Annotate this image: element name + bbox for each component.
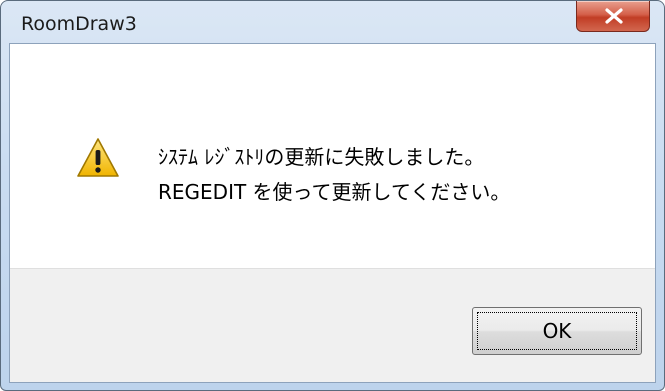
dialog-client-area: ｼｽﾃﾑ ﾚｼﾞｽﾄﾘの更新に失敗しました。 REGEDIT を使って更新してく… (9, 43, 656, 383)
ok-button[interactable]: OK (472, 307, 642, 355)
ok-button-label: OK (542, 319, 572, 343)
button-bar: OK (10, 268, 655, 382)
close-button[interactable] (576, 1, 650, 32)
message-line-2: REGEDIT を使って更新してください。 (158, 180, 511, 204)
title-bar[interactable]: RoomDraw3 (1, 1, 664, 43)
dialog-window: RoomDraw3 ｼｽﾃﾑ ﾚｼﾞｽﾄﾘの更新に失敗しました。 REGEDIT… (0, 0, 665, 391)
message-area: ｼｽﾃﾑ ﾚｼﾞｽﾄﾘの更新に失敗しました。 REGEDIT を使って更新してく… (10, 44, 655, 268)
warning-icon (77, 138, 119, 177)
message-line-1: ｼｽﾃﾑ ﾚｼﾞｽﾄﾘの更新に失敗しました。 (158, 145, 485, 169)
window-title: RoomDraw3 (21, 13, 137, 35)
close-x-icon (605, 8, 623, 24)
message-text: ｼｽﾃﾑ ﾚｼﾞｽﾄﾘの更新に失敗しました。 REGEDIT を使って更新してく… (158, 140, 510, 210)
